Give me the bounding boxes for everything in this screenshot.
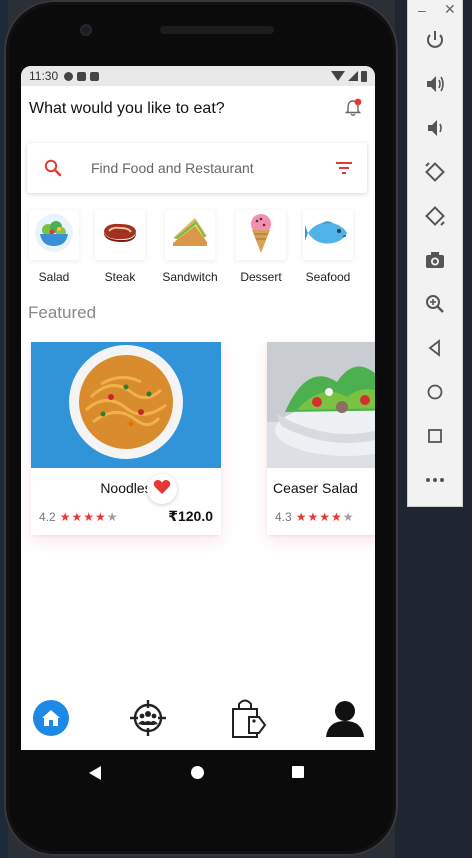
volume-up-icon[interactable] (423, 72, 447, 96)
star-icon: ★ (319, 510, 330, 524)
wifi-icon (331, 71, 345, 81)
search-icon[interactable] (43, 158, 63, 178)
rating-value: 4.3 (275, 510, 292, 524)
food-name: Noodles (100, 480, 152, 496)
app-screen: 11:30 What would you like to eat? Find F… (21, 66, 375, 750)
battery-icon (361, 70, 367, 82)
category-tile (95, 210, 145, 260)
notification-icon (64, 71, 74, 81)
category-tile (29, 210, 79, 260)
back-icon[interactable] (423, 336, 447, 360)
filter-icon[interactable] (335, 159, 353, 177)
recent-apps-icon[interactable] (292, 766, 304, 778)
star-icon: ★ (307, 510, 319, 524)
front-camera (80, 24, 92, 36)
category-item-steak[interactable]: Steak (85, 206, 155, 284)
star-icon: ★ (83, 510, 94, 524)
nav-community[interactable] (126, 698, 170, 742)
ice-cream-icon (241, 211, 281, 260)
earpiece (160, 26, 274, 34)
close-icon[interactable]: ✕ (444, 1, 456, 18)
steak-icon (100, 213, 140, 258)
community-target-icon (129, 699, 167, 742)
star-icon: ★ (330, 510, 342, 524)
rotate-right-icon[interactable] (423, 204, 447, 228)
category-item-salad[interactable]: Salad (21, 206, 89, 284)
category-label: Dessert (240, 270, 282, 284)
food-card[interactable]: Ceaser Salad 4.3 ★ ★ ★ ★ ★ (267, 342, 375, 535)
overview-icon[interactable] (423, 424, 447, 448)
rotate-left-icon[interactable] (423, 160, 447, 184)
favorite-button[interactable] (147, 474, 177, 504)
category-label: Sandwitch (162, 270, 218, 284)
rating-value: 4.2 (39, 510, 56, 524)
category-tile (165, 210, 215, 260)
heart-icon (153, 479, 171, 500)
bell-icon[interactable] (343, 98, 363, 118)
sd-card-icon (90, 71, 100, 81)
category-item-seafood[interactable]: Seafood (293, 206, 363, 284)
category-item-dessert[interactable]: Dessert (226, 206, 296, 284)
status-time: 11:30 (29, 69, 59, 83)
star-icon: ★ (106, 510, 118, 524)
home-circle-icon[interactable] (191, 766, 204, 779)
more-icon[interactable] (423, 468, 447, 492)
sandwich-icon (169, 212, 211, 259)
emulator-toolbar: – ✕ (408, 0, 462, 506)
section-title: Featured (28, 303, 97, 322)
salad-icon (34, 213, 74, 258)
nav-home[interactable] (29, 698, 73, 742)
rating: 4.3 ★ ★ ★ ★ ★ (275, 510, 355, 524)
power-icon[interactable] (423, 28, 447, 52)
category-tile (236, 210, 286, 260)
noodles-image (31, 342, 221, 468)
star-icon: ★ (71, 510, 83, 524)
star-icon: ★ (94, 510, 106, 524)
category-label: Steak (104, 270, 136, 284)
bottom-navigation (21, 696, 375, 750)
notification-icon (77, 71, 87, 81)
volume-down-icon[interactable] (423, 116, 447, 140)
search-bar (27, 143, 367, 193)
status-indicators (331, 70, 367, 82)
rating: 4.2 ★ ★ ★ ★ ★ (39, 510, 119, 524)
system-navigation-bar (21, 750, 375, 796)
category-list: Salad Steak Sandwitch Dessert Seafood (21, 206, 375, 296)
page-title: What would you like to eat? (29, 100, 225, 117)
camera-icon[interactable] (423, 248, 447, 272)
home-icon (31, 698, 71, 743)
category-label: Salad (38, 270, 70, 284)
signal-icon (348, 71, 358, 81)
back-icon[interactable] (89, 766, 101, 780)
category-item-sandwich[interactable]: Sandwitch (155, 206, 225, 284)
nav-cart[interactable] (226, 698, 270, 742)
food-name: Ceaser Salad (273, 480, 358, 496)
shopping-bag-icon (229, 697, 267, 744)
home-circle-icon[interactable] (423, 380, 447, 404)
search-input[interactable] (91, 153, 311, 183)
star-icon: ★ (342, 510, 354, 524)
app-header: What would you like to eat? (21, 86, 375, 132)
nav-profile[interactable] (323, 698, 367, 742)
food-price: ₹120.0 (168, 508, 213, 524)
profile-icon (324, 697, 366, 744)
star-icon: ★ (295, 510, 307, 524)
category-label: Seafood (305, 270, 351, 284)
category-tile (303, 210, 353, 260)
star-icon: ★ (59, 510, 71, 524)
salad-image (267, 342, 375, 468)
food-card[interactable]: Noodles 4.2 ★ ★ ★ ★ ★ ₹120.0 (31, 342, 221, 535)
zoom-icon[interactable] (423, 292, 447, 316)
fish-icon (305, 217, 351, 254)
minimize-icon[interactable]: – (418, 2, 426, 18)
status-bar: 11:30 (21, 66, 375, 86)
